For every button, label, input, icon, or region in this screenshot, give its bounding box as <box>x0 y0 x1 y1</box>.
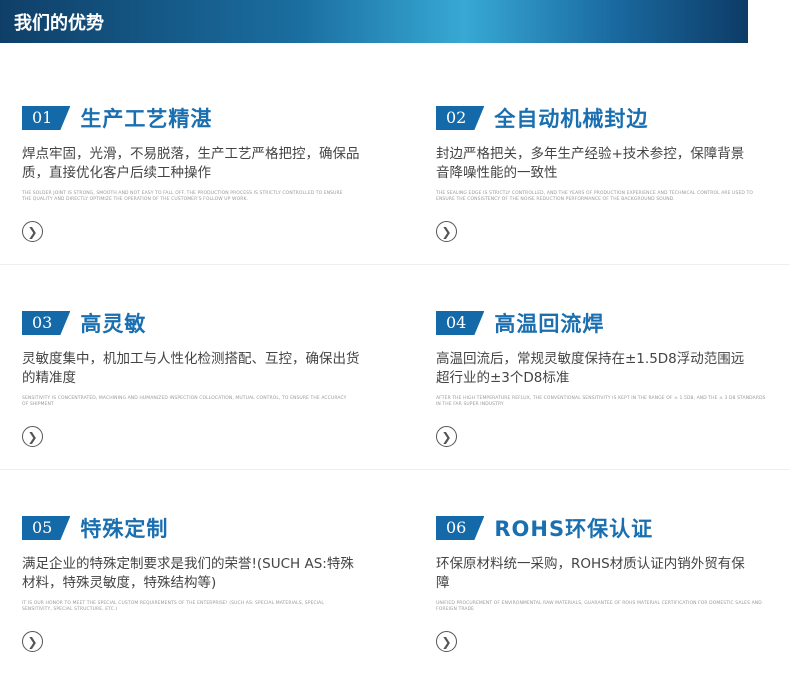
chevron-right-icon: ❯ <box>27 634 38 649</box>
advantage-number-tag: 02 <box>436 106 484 130</box>
advantages-row-3: 05 特殊定制 满足企业的特殊定制要求是我们的荣誉!(SUCH AS:特殊材料，… <box>0 470 789 675</box>
advantage-english-description: After the high temperature reflux, the c… <box>436 396 766 407</box>
advantage-item-02: 02 全自动机械封边 封边严格把关，多年生产经验+技术参控，保障背景音降噪性能的… <box>436 104 781 242</box>
more-arrow-button[interactable]: ❯ <box>436 426 457 447</box>
advantage-title: 特殊定制 <box>80 517 169 541</box>
chevron-right-icon: ❯ <box>441 429 452 444</box>
advantage-title: 高温回流焊 <box>494 312 605 336</box>
advantage-title: ROHS环保认证 <box>494 517 654 541</box>
chevron-right-icon: ❯ <box>441 634 452 649</box>
advantage-item-04: 04 高温回流焊 高温回流后，常规灵敏度保持在±1.5D8浮动范围远超行业的±3… <box>436 309 781 447</box>
advantage-item-06: 06 ROHS环保认证 环保原材料统一采购，ROHS材质认证内销外贸有保障 Un… <box>436 514 781 652</box>
advantage-title: 高灵敏 <box>80 312 147 336</box>
advantage-item-01: 01 生产工艺精湛 焊点牢固，光滑，不易脱落，生产工艺严格把控，确保品质，直接优… <box>22 104 367 242</box>
advantage-header: 05 特殊定制 <box>22 514 367 542</box>
advantages-row-2: 03 高灵敏 灵敏度集中，机加工与人性化检测搭配、互控，确保出货的精准度 Sen… <box>0 265 789 470</box>
advantage-number-tag: 05 <box>22 516 70 540</box>
section-title: 我们的优势 <box>14 13 104 34</box>
advantage-number-tag: 04 <box>436 311 484 335</box>
advantage-description: 灵敏度集中，机加工与人性化检测搭配、互控，确保出货的精准度 <box>22 351 360 386</box>
advantage-item-05: 05 特殊定制 满足企业的特殊定制要求是我们的荣誉!(SUCH AS:特殊材料，… <box>22 514 367 652</box>
advantage-title: 生产工艺精湛 <box>80 107 213 131</box>
advantage-header: 03 高灵敏 <box>22 309 367 337</box>
advantage-header: 01 生产工艺精湛 <box>22 104 367 132</box>
advantage-header: 04 高温回流焊 <box>436 309 781 337</box>
more-arrow-button[interactable]: ❯ <box>22 221 43 242</box>
advantage-description: 封边严格把关，多年生产经验+技术参控，保障背景音降噪性能的一致性 <box>436 146 745 181</box>
advantage-item-03: 03 高灵敏 灵敏度集中，机加工与人性化检测搭配、互控，确保出货的精准度 Sen… <box>22 309 367 447</box>
advantage-description: 焊点牢固，光滑，不易脱落，生产工艺严格把控，确保品质，直接优化客户后续工种操作 <box>22 146 360 181</box>
advantages-row-1: 01 生产工艺精湛 焊点牢固，光滑，不易脱落，生产工艺严格把控，确保品质，直接优… <box>0 60 789 265</box>
advantage-number-tag: 01 <box>22 106 70 130</box>
chevron-right-icon: ❯ <box>441 224 452 239</box>
chevron-right-icon: ❯ <box>27 224 38 239</box>
advantage-english-description: Sensitivity is concentrated, machining a… <box>22 396 347 407</box>
section-banner: 我们的优势 <box>0 0 748 43</box>
advantages-grid: 01 生产工艺精湛 焊点牢固，光滑，不易脱落，生产工艺严格把控，确保品质，直接优… <box>0 60 789 675</box>
advantage-header: 02 全自动机械封边 <box>436 104 781 132</box>
advantage-english-description: The solder joint is strong, smooth and n… <box>22 191 343 202</box>
advantage-description: 满足企业的特殊定制要求是我们的荣誉!(SUCH AS:特殊材料，特殊灵敏度，特殊… <box>22 556 354 591</box>
more-arrow-button[interactable]: ❯ <box>436 631 457 652</box>
advantage-title: 全自动机械封边 <box>494 107 649 131</box>
advantage-number-tag: 06 <box>436 516 484 540</box>
more-arrow-button[interactable]: ❯ <box>436 221 457 242</box>
more-arrow-button[interactable]: ❯ <box>22 631 43 652</box>
advantage-english-description: It is our honor to meet the special cust… <box>22 601 324 612</box>
advantage-description: 环保原材料统一采购，ROHS材质认证内销外贸有保障 <box>436 556 745 591</box>
advantage-number-tag: 03 <box>22 311 70 335</box>
advantage-english-description: The sealing edge is strictly controlled,… <box>436 191 753 202</box>
advantage-description: 高温回流后，常规灵敏度保持在±1.5D8浮动范围远超行业的±3个D8标准 <box>436 351 745 386</box>
advantage-header: 06 ROHS环保认证 <box>436 514 781 542</box>
advantage-english-description: Unified procurement of environmental raw… <box>436 601 762 612</box>
chevron-right-icon: ❯ <box>27 429 38 444</box>
more-arrow-button[interactable]: ❯ <box>22 426 43 447</box>
